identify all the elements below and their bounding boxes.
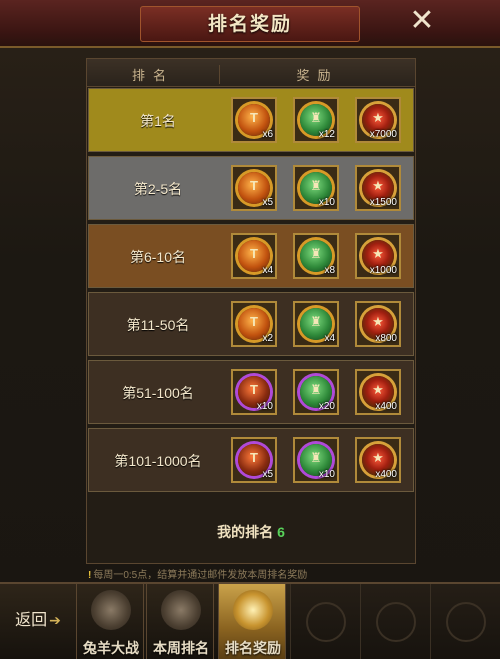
reward-item[interactable]: Tx10 (231, 369, 277, 415)
item-glyph: ★ (372, 314, 384, 329)
reward-row: 第1名 Tx6 ♜ x12 ★ x7000 (88, 88, 414, 152)
item-quantity: x400 (375, 469, 397, 480)
item-quantity: x5 (262, 197, 273, 208)
back-button[interactable]: 返回 ➔ (6, 600, 70, 640)
reward-item[interactable]: Tx5 (231, 165, 277, 211)
item-quantity: x1000 (369, 265, 397, 276)
trophy-icon (233, 590, 273, 630)
tab-2[interactable]: 本周排名 (146, 584, 214, 659)
item-quantity: x10 (256, 401, 273, 412)
item-quantity: x12 (318, 129, 335, 140)
settlement-notice: ! 每周一0:5点，结算并通过邮件发放本周排名奖励 (88, 566, 418, 580)
reward-item[interactable]: ★ x7000 (355, 97, 401, 143)
rank-label: 第6-10名 (129, 249, 187, 265)
item-glyph: T (250, 110, 258, 125)
back-arrow-icon: ➔ (49, 612, 61, 628)
item-quantity: x10 (318, 197, 335, 208)
item-glyph: ♜ (310, 178, 322, 193)
reward-item[interactable]: Tx4 (231, 233, 277, 279)
reward-item[interactable]: ♜ x10 (293, 437, 339, 483)
item-glyph: ★ (372, 110, 384, 125)
reward-item[interactable]: Tx2 (231, 301, 277, 347)
item-glyph: T (250, 382, 258, 397)
header-rank: 排名 (131, 68, 174, 83)
empty-slot (290, 584, 360, 659)
reward-row: 第51-100名 Tx10 ♜ x20 ★ x400 (88, 360, 414, 424)
tab-1[interactable]: 兔羊大战 (76, 584, 144, 659)
item-glyph: T (250, 450, 258, 465)
item-glyph: ★ (372, 178, 384, 193)
beast-head-icon (161, 590, 201, 630)
empty-slot-ring (376, 602, 416, 642)
item-quantity: x7000 (369, 129, 397, 140)
header-reward: 奖励 (219, 65, 415, 84)
empty-slot (360, 584, 430, 659)
item-glyph: T (250, 246, 258, 261)
item-glyph: ★ (372, 450, 384, 465)
warning-icon: ! (88, 570, 92, 580)
reward-item[interactable]: ♜ x20 (293, 369, 339, 415)
item-glyph: T (250, 178, 258, 193)
reward-item[interactable]: ★ x1000 (355, 233, 401, 279)
item-glyph: ★ (372, 246, 384, 261)
item-quantity: x800 (375, 333, 397, 344)
item-quantity: x5 (262, 469, 273, 480)
notice-text: 每周一0:5点，结算并通过邮件发放本周排名奖励 (93, 570, 308, 580)
tab-3[interactable]: 排名奖励 (218, 584, 286, 659)
rank-label: 第51-100名 (122, 385, 194, 401)
reward-item[interactable]: Tx6 (231, 97, 277, 143)
item-glyph: ♜ (310, 382, 322, 397)
reward-row: 第6-10名 Tx4 ♜ x8 ★ x1000 (88, 224, 414, 288)
reward-row: 第2-5名 Tx5 ♜ x10 ★ x1500 (88, 156, 414, 220)
item-glyph: ♜ (310, 314, 322, 329)
empty-slot (430, 584, 500, 659)
reward-item[interactable]: ♜ x12 (293, 97, 339, 143)
reward-item[interactable]: ★ x400 (355, 369, 401, 415)
item-quantity: x2 (262, 333, 273, 344)
reward-item[interactable]: ♜ x10 (293, 165, 339, 211)
item-quantity: x4 (262, 265, 273, 276)
item-quantity: x1500 (369, 197, 397, 208)
item-glyph: T (250, 314, 258, 329)
my-rank-label: 我的排名 (217, 524, 274, 540)
item-glyph: ♜ (310, 246, 322, 261)
item-glyph: ♜ (310, 110, 322, 125)
tab-label: 兔羊大战 (83, 640, 139, 656)
my-rank: 我的排名 6 (86, 512, 416, 552)
back-label: 返回 (15, 612, 48, 629)
reward-item[interactable]: ♜ x4 (293, 301, 339, 347)
item-quantity: x6 (262, 129, 273, 140)
item-glyph: ♜ (310, 450, 322, 465)
reward-item[interactable]: ♜ x8 (293, 233, 339, 279)
item-quantity: x400 (375, 401, 397, 412)
tab-label: 排名奖励 (225, 640, 281, 656)
empty-slot-ring (446, 602, 486, 642)
item-quantity: x10 (318, 469, 335, 480)
item-quantity: x8 (324, 265, 335, 276)
table-header: 排名 奖励 (87, 59, 415, 87)
close-button[interactable]: ✕ (404, 4, 440, 40)
reward-item[interactable]: Tx5 (231, 437, 277, 483)
rank-label: 第11-50名 (126, 317, 190, 333)
reward-row: 第11-50名 Tx2 ♜ x4 ★ x800 (88, 292, 414, 356)
item-quantity: x20 (318, 401, 335, 412)
rank-label: 第1名 (140, 113, 176, 129)
item-glyph: ★ (372, 382, 384, 397)
tab-label: 本周排名 (153, 640, 209, 656)
rank-label: 第101-1000名 (114, 453, 202, 469)
reward-row: 第101-1000名 Tx5 ♜ x10 ★ x400 (88, 428, 414, 492)
reward-item[interactable]: ★ x400 (355, 437, 401, 483)
item-quantity: x4 (324, 333, 335, 344)
empty-slot-ring (306, 602, 346, 642)
reward-item[interactable]: ★ x1500 (355, 165, 401, 211)
my-rank-value: 6 (277, 524, 285, 540)
rank-label: 第2-5名 (133, 181, 183, 197)
reward-item[interactable]: ★ x800 (355, 301, 401, 347)
ram-skull-icon (91, 590, 131, 630)
